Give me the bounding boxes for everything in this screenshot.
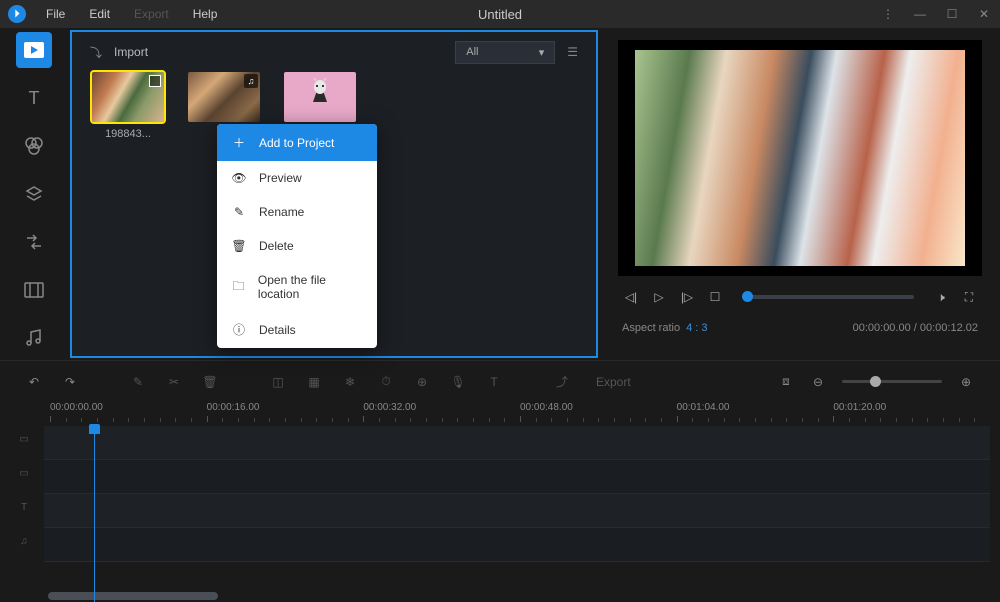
ctx-delete[interactable]: 🗑Delete xyxy=(217,229,377,263)
ruler-mark: 00:00:48.00 xyxy=(520,402,573,413)
export-icon: ⤴ xyxy=(554,373,570,390)
trash-icon: 🗑 xyxy=(231,239,247,253)
timeline-ruler[interactable]: 00:00:00.00 00:00:16.00 00:00:32.00 00:00:4… xyxy=(44,402,1000,426)
zoom-slider[interactable] xyxy=(842,380,942,383)
ruler-mark: 00:00:00.00 xyxy=(50,402,103,413)
ruler-mark: 00:01:04.00 xyxy=(677,402,730,413)
time-display: 00:00:00.00 / 00:00:12.02 xyxy=(853,322,978,334)
music-badge-icon: ♫ xyxy=(244,74,258,88)
next-frame-button[interactable]: |▷ xyxy=(678,290,696,304)
menu-file[interactable]: File xyxy=(36,3,75,25)
media-item-label: 198843... xyxy=(92,128,164,140)
eye-icon: 👁 xyxy=(231,171,247,185)
pencil-icon: ✎ xyxy=(231,205,247,219)
ctx-rename[interactable]: ✎Rename xyxy=(217,195,377,229)
volume-icon[interactable]: 🕨 xyxy=(932,290,950,305)
more-icon[interactable]: ⋮ xyxy=(880,7,896,21)
edit-tool: ✎ xyxy=(130,375,146,389)
filter-value: All xyxy=(466,46,478,58)
media-item[interactable]: 198843... xyxy=(92,72,164,140)
window-title: Untitled xyxy=(478,7,522,22)
export-button: Export xyxy=(596,375,631,389)
close-button[interactable]: ✕ xyxy=(976,7,992,21)
media-icon xyxy=(24,42,44,58)
pip-track-icon: ▭ xyxy=(19,468,28,479)
audio-track-icon: ♫ xyxy=(20,536,28,547)
crop-tool: ◫ xyxy=(270,375,286,389)
import-button[interactable]: Import xyxy=(114,45,148,59)
chevron-down-icon: ▾ xyxy=(539,46,545,59)
freeze-tool: ❄ xyxy=(342,375,358,389)
context-menu: ＋Add to Project 👁Preview ✎Rename 🗑Delete… xyxy=(217,124,377,348)
maximize-button[interactable]: ☐ xyxy=(944,7,960,21)
cut-tool: ✂ xyxy=(166,375,182,389)
zoom-out-button[interactable]: ⊖ xyxy=(810,375,826,389)
sidebar-elements[interactable] xyxy=(16,272,52,308)
app-logo: ⏵ xyxy=(8,5,26,23)
filter-dropdown[interactable]: All ▾ xyxy=(455,41,555,64)
delete-tool: 🗑 xyxy=(202,375,218,389)
plus-icon: ＋ xyxy=(231,134,247,151)
menu-help[interactable]: Help xyxy=(183,3,228,25)
info-icon: ⓘ xyxy=(231,321,247,338)
svg-text:T: T xyxy=(29,88,40,108)
sidebar-music[interactable] xyxy=(16,320,52,356)
aspect-value[interactable]: 4 : 3 xyxy=(686,322,707,334)
sidebar-transitions[interactable] xyxy=(16,224,52,260)
ruler-mark: 00:00:16.00 xyxy=(207,402,260,413)
ruler-mark: 00:01:20.00 xyxy=(833,402,886,413)
speed-tool: ⏱ xyxy=(378,374,394,389)
redo-button[interactable]: ↷ xyxy=(62,375,78,389)
sidebar-overlays[interactable] xyxy=(16,176,52,212)
text-track-icon: T xyxy=(21,502,27,513)
folder-icon: 🗀 xyxy=(231,277,246,298)
undo-button[interactable]: ↶ xyxy=(26,375,42,389)
ctx-open-location[interactable]: 🗀Open the file location xyxy=(217,263,377,311)
play-button[interactable]: ▷ xyxy=(650,290,668,304)
ctx-add-to-project[interactable]: ＋Add to Project xyxy=(217,124,377,161)
preview-scrubber[interactable] xyxy=(742,295,914,299)
menu-export: Export xyxy=(124,3,179,25)
ctx-details[interactable]: ⓘDetails xyxy=(217,311,377,348)
media-panel: ⤵ Import All ▾ ☰ 198843... ♫ ... xyxy=(70,30,598,358)
fullscreen-button[interactable]: ⛶ xyxy=(960,290,978,305)
minimize-button[interactable]: — xyxy=(912,7,928,21)
aspect-label: Aspect ratio xyxy=(622,322,680,334)
prev-frame-button[interactable]: ◁| xyxy=(622,290,640,304)
horizontal-scrollbar[interactable] xyxy=(44,592,988,602)
zoom-in-button[interactable]: ⊕ xyxy=(958,375,974,389)
sidebar-text[interactable]: T xyxy=(16,80,52,116)
voiceover-tool: 🎙 xyxy=(450,375,466,389)
video-track-icon: ▭ xyxy=(19,434,28,445)
stop-button[interactable]: ☐ xyxy=(706,290,724,304)
sidebar-filters[interactable] xyxy=(16,128,52,164)
menu-edit[interactable]: Edit xyxy=(79,3,120,25)
ctx-preview[interactable]: 👁Preview xyxy=(217,161,377,195)
playhead[interactable] xyxy=(94,426,95,602)
fit-button[interactable]: ⧈ xyxy=(778,374,794,389)
sidebar-media[interactable] xyxy=(16,32,52,68)
import-icon[interactable]: ⤵ xyxy=(90,44,102,61)
list-view-toggle[interactable]: ☰ xyxy=(567,45,578,59)
ruler-mark: 00:00:32.00 xyxy=(363,402,416,413)
zoom-tool: ⊕ xyxy=(414,375,430,389)
vertical-scrollbar[interactable] xyxy=(990,426,1000,602)
text-tool: T xyxy=(486,375,502,389)
preview-viewport xyxy=(618,40,982,276)
mosaic-tool: ▦ xyxy=(306,375,322,389)
